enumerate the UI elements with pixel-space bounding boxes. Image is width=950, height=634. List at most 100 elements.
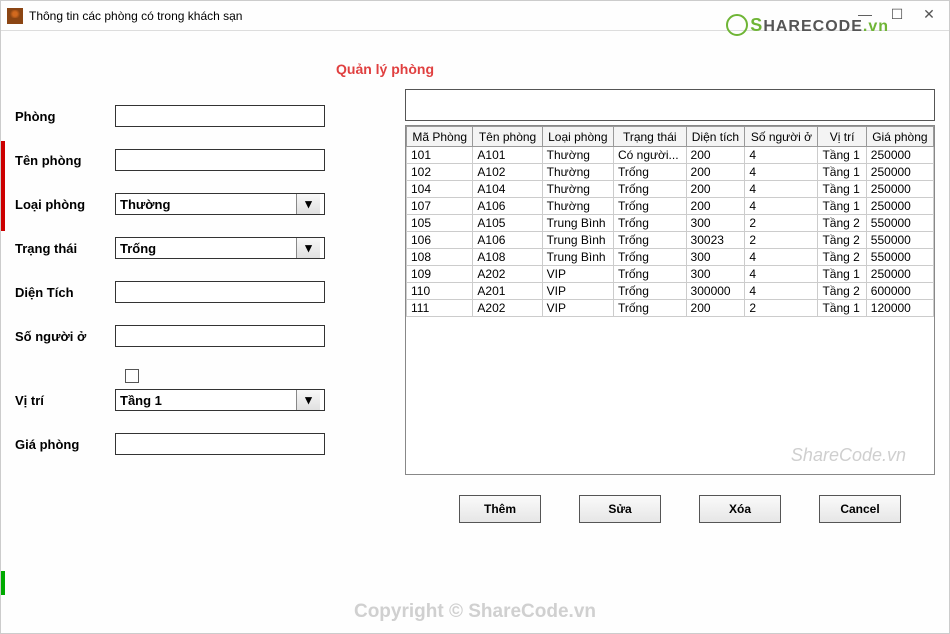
table-cell: A108 (473, 249, 542, 266)
cancel-button[interactable]: Cancel (819, 495, 901, 523)
table-cell: Trống (613, 249, 686, 266)
table-cell: Có người... (613, 147, 686, 164)
room-table[interactable]: Mã PhòngTên phòngLoại phòngTrạng tháiDiệ… (406, 126, 934, 317)
table-header[interactable]: Số người ở (745, 127, 818, 147)
app-icon (7, 8, 23, 24)
table-cell: 2 (745, 300, 818, 317)
table-cell: Thường (542, 181, 613, 198)
table-cell: 300 (686, 215, 745, 232)
table-cell: 250000 (866, 164, 933, 181)
table-cell: 4 (745, 283, 818, 300)
table-cell: 250000 (866, 181, 933, 198)
table-row[interactable]: 105A105Trung BìnhTrống3002Tầng 2550000 (407, 215, 934, 232)
table-cell: 120000 (866, 300, 933, 317)
table-cell: 550000 (866, 249, 933, 266)
table-cell: Tầng 1 (818, 300, 866, 317)
table-cell: 550000 (866, 215, 933, 232)
trang-thai-value: Trống (120, 241, 156, 256)
table-header[interactable]: Trạng thái (613, 127, 686, 147)
table-cell: Trung Bình (542, 249, 613, 266)
label-trang-thai: Trạng thái (15, 241, 115, 256)
table-cell: Thường (542, 198, 613, 215)
table-cell: Tầng 1 (818, 198, 866, 215)
chevron-down-icon: ▾ (296, 194, 320, 214)
left-edge-accent (1, 141, 5, 231)
table-header[interactable]: Diện tích (686, 127, 745, 147)
table-row[interactable]: 101A101ThườngCó người...2004Tầng 1250000 (407, 147, 934, 164)
table-cell: 110 (407, 283, 473, 300)
table-cell: Tầng 2 (818, 232, 866, 249)
table-cell: 250000 (866, 266, 933, 283)
table-cell: 550000 (866, 232, 933, 249)
table-cell: Trống (613, 232, 686, 249)
gia-phong-input[interactable] (115, 433, 325, 455)
phong-input[interactable] (115, 105, 325, 127)
table-cell: Trống (613, 283, 686, 300)
search-input[interactable] (405, 89, 935, 121)
xoa-button[interactable]: Xóa (699, 495, 781, 523)
sua-button[interactable]: Sửa (579, 495, 661, 523)
trang-thai-select[interactable]: Trống ▾ (115, 237, 325, 259)
table-cell: A105 (473, 215, 542, 232)
table-cell: 4 (745, 266, 818, 283)
table-cell: 107 (407, 198, 473, 215)
table-cell: 111 (407, 300, 473, 317)
chevron-down-icon: ▾ (296, 238, 320, 258)
table-row[interactable]: 107A106ThườngTrống2004Tầng 1250000 (407, 198, 934, 215)
so-nguoi-o-input[interactable] (115, 325, 325, 347)
page-title: Quản lý phòng (0, 61, 949, 77)
minimize-button[interactable]: — (849, 3, 881, 25)
label-so-nguoi-o: Số người ở (15, 329, 115, 344)
table-cell: VIP (542, 266, 613, 283)
table-row[interactable]: 110A201VIPTrống3000004Tầng 2600000 (407, 283, 934, 300)
table-cell: 200 (686, 164, 745, 181)
table-cell: Trống (613, 181, 686, 198)
table-cell: 102 (407, 164, 473, 181)
loai-phong-select[interactable]: Thường ▾ (115, 193, 325, 215)
label-gia-phong: Giá phòng (15, 437, 115, 452)
vi-tri-select[interactable]: Tầng 1 ▾ (115, 389, 325, 411)
table-header[interactable]: Vị trí (818, 127, 866, 147)
table-row[interactable]: 104A104ThườngTrống2004Tầng 1250000 (407, 181, 934, 198)
left-edge-accent-2 (1, 571, 5, 595)
table-cell: 250000 (866, 147, 933, 164)
table-cell: Trống (613, 198, 686, 215)
table-cell: A101 (473, 147, 542, 164)
label-dien-tich: Diện Tích (15, 285, 115, 300)
close-button[interactable]: ✕ (913, 3, 945, 25)
them-button[interactable]: Thêm (459, 495, 541, 523)
table-cell: 2 (745, 215, 818, 232)
table-header[interactable]: Tên phòng (473, 127, 542, 147)
table-row[interactable]: 109A202VIPTrống3004Tầng 1250000 (407, 266, 934, 283)
table-header[interactable]: Mã Phòng (407, 127, 473, 147)
loai-phong-value: Thường (120, 197, 170, 212)
table-cell: Tầng 2 (818, 215, 866, 232)
label-loai-phong: Loại phòng (15, 197, 115, 212)
maximize-button[interactable]: ☐ (881, 3, 913, 25)
table-cell: Trống (613, 215, 686, 232)
table-cell: 30023 (686, 232, 745, 249)
table-row[interactable]: 108A108Trung BìnhTrống3004Tầng 2550000 (407, 249, 934, 266)
table-cell: 250000 (866, 198, 933, 215)
table-cell: VIP (542, 300, 613, 317)
table-cell: 300 (686, 266, 745, 283)
table-header[interactable]: Giá phòng (866, 127, 933, 147)
watermark-center: ShareCode.vn (791, 445, 906, 466)
copyright-watermark: Copyright © ShareCode.vn (1, 601, 949, 623)
table-cell: 300 (686, 249, 745, 266)
ten-phong-input[interactable] (115, 149, 325, 171)
table-row[interactable]: 106A106Trung BìnhTrống300232Tầng 2550000 (407, 232, 934, 249)
table-cell: 4 (745, 181, 818, 198)
table-row[interactable]: 102A102ThườngTrống2004Tầng 1250000 (407, 164, 934, 181)
dien-tich-input[interactable] (115, 281, 325, 303)
table-cell: 200 (686, 181, 745, 198)
vi-tri-checkbox[interactable] (125, 369, 139, 383)
table-cell: Trống (613, 164, 686, 181)
table-cell: A104 (473, 181, 542, 198)
table-header[interactable]: Loại phòng (542, 127, 613, 147)
table-cell: 200 (686, 147, 745, 164)
table-cell: A202 (473, 266, 542, 283)
table-cell: Trung Bình (542, 215, 613, 232)
table-cell: 4 (745, 147, 818, 164)
table-row[interactable]: 111A202VIPTrống2002Tầng 1120000 (407, 300, 934, 317)
